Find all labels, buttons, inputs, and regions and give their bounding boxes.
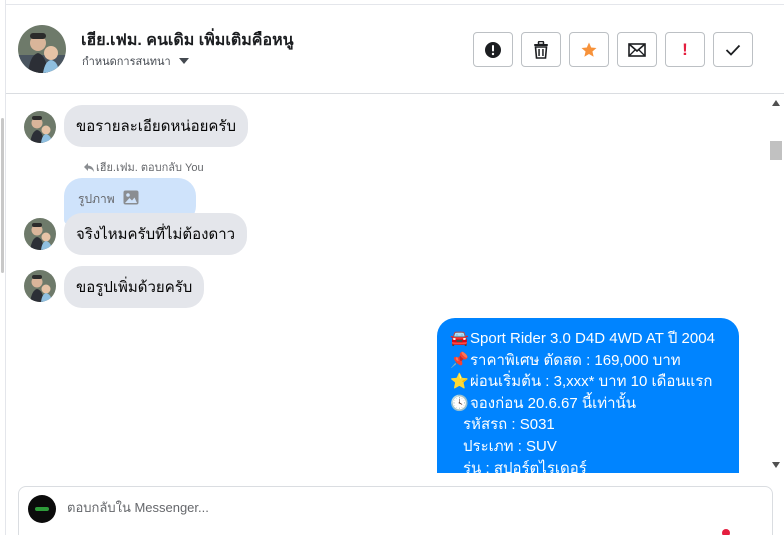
- important-button[interactable]: !: [665, 32, 705, 67]
- listing-line: 🚘 Sport Rider 3.0 D4D 4WD AT ปี 2004: [450, 328, 726, 350]
- reply-quote-label: รูปภาพ: [78, 192, 115, 206]
- mark-unread-button[interactable]: [617, 32, 657, 67]
- contact-avatar-small[interactable]: [24, 270, 56, 302]
- conversation-settings-dropdown[interactable]: กำหนดการสนทนา: [82, 52, 189, 70]
- alert-circle-icon: [485, 41, 501, 58]
- listing-line: 🕓 จองก่อน 20.6.67 นี้เท่านั้น: [450, 393, 726, 415]
- listing-line: รหัสรถ : S031: [463, 416, 555, 434]
- page-logo: [35, 507, 49, 511]
- page-avatar: [28, 495, 56, 523]
- contact-avatar-small[interactable]: [24, 218, 56, 250]
- car-icon: 🚘: [450, 330, 469, 347]
- scroll-down-arrow-icon[interactable]: [772, 462, 780, 468]
- thread-scrollbar[interactable]: [768, 95, 784, 473]
- scroll-up-arrow-icon[interactable]: [772, 100, 780, 106]
- thread-scroll-thumb[interactable]: [770, 141, 782, 160]
- done-button[interactable]: [713, 32, 753, 67]
- caret-down-icon: [178, 58, 189, 64]
- trash-icon: [534, 40, 548, 59]
- listing-line: 📌 ราคาพิเศษ ตัดสด : 169,000 บาท: [450, 350, 726, 372]
- conversation-actions: !: [473, 32, 753, 67]
- image-icon: [123, 190, 139, 205]
- listing-line: รุ่น : สปอร์ตไรเดอร์: [463, 459, 587, 473]
- check-icon: [725, 44, 741, 56]
- incoming-message[interactable]: จริงไหมครับที่ไม่ต้องดาว: [64, 213, 248, 255]
- incoming-message[interactable]: ขอรูปเพิ่มด้วยครับ: [64, 266, 205, 308]
- exclamation-icon: !: [682, 39, 688, 59]
- star-icon: [581, 42, 597, 57]
- reply-meta: เฮีย.เฟม. ตอบกลับ You: [84, 158, 204, 176]
- listing-line-text: ราคาพิเศษ ตัดสด : 169,000 บาท: [470, 351, 681, 369]
- pushpin-icon: 📌: [450, 351, 469, 369]
- star-button[interactable]: [569, 32, 609, 67]
- outgoing-message[interactable]: 🚘 Sport Rider 3.0 D4D 4WD AT ปี 2004 📌 ร…: [437, 318, 739, 473]
- contact-avatar-small[interactable]: [24, 111, 56, 143]
- reply-arrow-icon: [84, 162, 94, 172]
- message-thread[interactable]: ขอรายละเอียดหน่อยครับ เฮีย.เฟม. ตอบกลับ …: [6, 95, 768, 473]
- reply-input[interactable]: [67, 500, 707, 515]
- clock-icon: 🕓: [450, 394, 469, 412]
- left-pane-scroll-thumb[interactable]: [1, 118, 4, 273]
- reply-composer: [18, 486, 773, 535]
- listing-line-text: Sport Rider 3.0 D4D 4WD AT ปี 2004: [470, 330, 715, 347]
- incoming-message[interactable]: ขอรายละเอียดหน่อยครับ: [64, 105, 248, 147]
- contact-name[interactable]: เฮีย.เฟม. คนเดิม เพิ่มเติมคือหนู: [81, 28, 294, 53]
- listing-line-text: จองก่อน 20.6.67 นี้เท่านั้น: [470, 394, 637, 412]
- listing-line-text: ผ่อนเริ่มต้น : 3,xxx* บาท 10 เดือนแรก: [470, 373, 713, 391]
- envelope-icon: [628, 42, 646, 57]
- star-emoji-icon: ⭐: [450, 373, 469, 391]
- delete-button[interactable]: [521, 32, 561, 67]
- listing-line: ประเภท : SUV: [463, 437, 557, 455]
- listing-line: ⭐ ผ่อนเริ่มต้น : 3,xxx* บาท 10 เดือนแรก: [450, 371, 726, 393]
- conversation-header: เฮีย.เฟม. คนเดิม เพิ่มเติมคือหนู กำหนดกา…: [6, 4, 784, 94]
- notification-dot: [722, 529, 730, 535]
- report-button[interactable]: [473, 32, 513, 67]
- conversation-settings-label: กำหนดการสนทนา: [82, 56, 171, 68]
- reply-meta-text: เฮีย.เฟม. ตอบกลับ You: [96, 162, 204, 174]
- contact-avatar[interactable]: [18, 25, 66, 73]
